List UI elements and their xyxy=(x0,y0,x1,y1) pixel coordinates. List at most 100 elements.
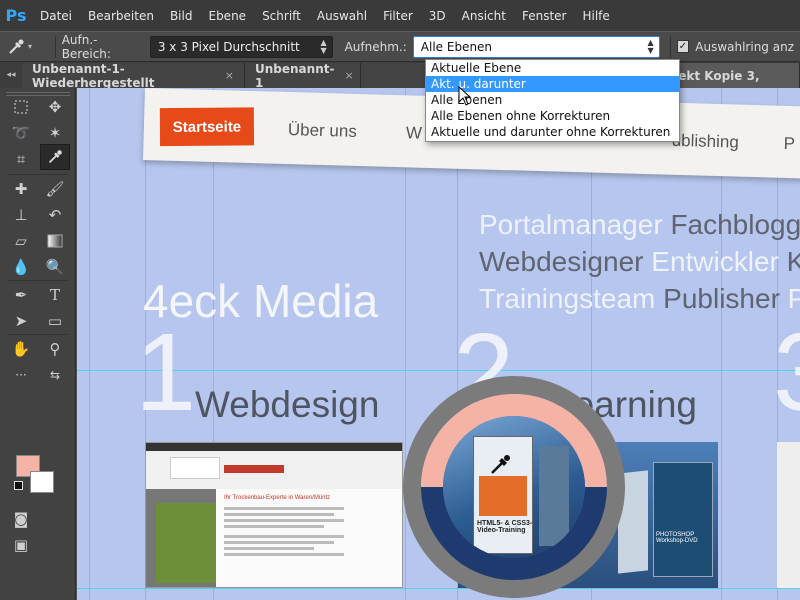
lasso-tool-icon[interactable]: ➰ xyxy=(6,120,36,146)
close-icon[interactable]: × xyxy=(225,69,234,82)
guide-horizontal xyxy=(77,588,800,589)
sample-layers-select[interactable]: Alle Ebenen ▲ ▼ xyxy=(412,35,660,58)
clone-stamp-tool-icon[interactable]: ⊥ xyxy=(6,202,36,228)
close-icon[interactable]: × xyxy=(344,69,353,82)
mouse-pointer-icon xyxy=(458,86,472,106)
role-k: K xyxy=(786,246,800,277)
section-3-thumbnail xyxy=(777,442,800,588)
sample-size-value: 3 x 3 Pixel Durchschnitt xyxy=(157,39,300,54)
chevron-down-icon: ▾ xyxy=(28,42,33,51)
guide-vertical xyxy=(89,88,90,600)
role-entwickler: Entwickler xyxy=(651,246,779,277)
dropdown-option-alle-ebenen-ohne-korrekturen[interactable]: Alle Ebenen ohne Korrekturen xyxy=(426,108,679,124)
section-number-3: 3 xyxy=(773,318,800,428)
show-ring-checkbox[interactable]: ✓ xyxy=(676,40,690,53)
nav-startseite: Startseite xyxy=(159,107,255,147)
sample-size-label: Aufn.-Bereich: xyxy=(61,32,111,61)
role-p: P xyxy=(787,283,800,314)
eraser-tool-icon[interactable]: ▱ xyxy=(6,228,36,254)
menu-hilfe[interactable]: Hilfe xyxy=(574,9,617,23)
product-html5-label: HTML5- & CSS3-Video-Training xyxy=(477,520,533,534)
divider xyxy=(669,35,671,58)
photoshop-logo: Ps xyxy=(5,6,27,25)
sample-size-select[interactable]: 3 x 3 Pixel Durchschnitt ▲ ▼ xyxy=(149,35,333,58)
gradient-tool-icon[interactable] xyxy=(40,228,70,254)
options-bar: ▾ Aufn.-Bereich: 3 x 3 Pixel Durchschnit… xyxy=(0,31,800,62)
eyedropper-cursor-icon xyxy=(491,455,510,474)
tab-unbenannt-1-wiederhergestellt[interactable]: Unbenannt-1-Wiederhergestellt × xyxy=(22,61,245,90)
show-ring-label: Auswahlring anz xyxy=(695,39,794,54)
swap-colors-icon[interactable]: ⇆ xyxy=(40,362,70,388)
collapse-panel-icon[interactable]: ◂◂ xyxy=(0,70,22,80)
updown-arrow-icon: ▲ ▼ xyxy=(320,37,327,55)
section-title-webdesign: Webdesign xyxy=(195,384,380,425)
nav-w: W xyxy=(405,123,423,143)
tab-unbenannt-1[interactable]: Unbenannt-1 × xyxy=(245,61,361,90)
menu-ansicht[interactable]: Ansicht xyxy=(454,9,514,23)
nav-p: P xyxy=(783,133,796,154)
eyedropper-icon xyxy=(9,39,24,54)
pen-tool-icon[interactable]: ✒ xyxy=(6,282,36,308)
more-tools-icon[interactable]: ··· xyxy=(6,362,36,388)
sampling-preview: HTML5- & CSS3-Video-Training xyxy=(443,416,585,558)
background-color-swatch[interactable] xyxy=(30,471,54,493)
menu-bearbeiten[interactable]: Bearbeiten xyxy=(80,9,162,23)
blur-tool-icon[interactable]: 💧 xyxy=(6,254,36,280)
menu-bar: Ps Datei Bearbeiten Bild Ebene Schrift A… xyxy=(0,0,800,31)
menu-fenster[interactable]: Fenster xyxy=(514,9,575,23)
role-trainingsteam: Trainingsteam xyxy=(479,283,656,314)
menu-ebene[interactable]: Ebene xyxy=(200,9,254,23)
brush-tool-icon[interactable]: 🖌 xyxy=(40,176,70,202)
type-tool-icon[interactable]: T xyxy=(40,282,70,308)
role-webdesigner: Webdesigner xyxy=(479,246,644,277)
dropdown-option-aktuelle-ebene[interactable]: Aktuelle Ebene xyxy=(426,60,679,76)
divider xyxy=(8,174,68,175)
magic-wand-tool-icon[interactable]: ✶ xyxy=(40,120,70,146)
tab-label: Unbenannt-1 xyxy=(255,61,335,90)
divider xyxy=(54,35,56,58)
move-tool-icon[interactable]: ✥ xyxy=(40,94,70,120)
healing-brush-tool-icon[interactable]: ✚ xyxy=(6,176,36,202)
history-brush-tool-icon[interactable]: ↶ xyxy=(40,202,70,228)
sample-label: Aufnehm.: xyxy=(344,39,407,54)
role-publisher: Publisher xyxy=(663,283,780,314)
dodge-tool-icon[interactable]: 🔍 xyxy=(40,254,70,280)
role-line-3: Trainingsteam Publisher P xyxy=(479,280,800,317)
hand-tool-icon[interactable]: ✋ xyxy=(6,336,36,362)
sample-layers-value: Alle Ebenen xyxy=(420,39,493,54)
role-portalmanager: Portalmanager xyxy=(479,209,663,240)
eyedropper-sampling-ring: HTML5- & CSS3-Video-Training xyxy=(403,376,625,598)
document-canvas[interactable]: Startseite Über uns W ublishing P Portal… xyxy=(77,88,800,600)
quick-mask-icon[interactable]: ◙ xyxy=(6,506,36,532)
divider xyxy=(8,280,68,281)
divider xyxy=(8,334,68,335)
nav-ueber-uns: Über uns xyxy=(287,120,358,141)
thumb-header-text: Ihr Trockenbau-Experte in Waren/Müritz xyxy=(224,495,331,501)
eyedropper-tool-icon[interactable] xyxy=(40,144,70,170)
updown-arrow-icon: ▲ ▼ xyxy=(647,37,654,55)
product-photoshop-label: PHOTOSHOP Workshop-DVD xyxy=(656,532,698,544)
menu-schrift[interactable]: Schrift xyxy=(254,9,309,23)
nav-publishing: ublishing xyxy=(671,130,740,152)
section-number-1: 1 xyxy=(135,311,197,434)
role-cloud: Portalmanager Fachblogg Webdesigner Entw… xyxy=(479,206,800,317)
dropdown-option-aktuelle-und-darunter-ohne-korrekturen[interactable]: Aktuelle und darunter ohne Korrekturen xyxy=(426,124,679,140)
menu-datei[interactable]: Datei xyxy=(32,9,80,23)
screen-mode-icon[interactable]: ▣ xyxy=(6,532,36,558)
menu-3d[interactable]: 3D xyxy=(421,9,454,23)
path-selection-tool-icon[interactable]: ➤ xyxy=(6,308,36,334)
document-tabs: ◂◂ Unbenannt-1-Wiederhergestellt × Unben… xyxy=(0,61,800,90)
menu-bild[interactable]: Bild xyxy=(162,9,201,23)
tools-panel: ✥ ➰ ✶ ⌗ ✚ 🖌 ⊥ ↶ ▱ 💧 🔍 ✒ T ➤ ▭ ✋ ⚲ ··· ⇆ … xyxy=(0,88,76,600)
tab-label: Unbenannt-1-Wiederhergestellt xyxy=(32,61,155,90)
menu-filter[interactable]: Filter xyxy=(375,9,421,23)
menu-auswahl[interactable]: Auswahl xyxy=(309,9,375,23)
crop-tool-icon[interactable]: ⌗ xyxy=(6,146,36,172)
role-fachblogg: Fachblogg xyxy=(670,209,800,240)
default-colors-icon[interactable] xyxy=(14,481,23,490)
tool-preset-picker[interactable]: ▾ xyxy=(6,35,49,59)
webdesign-thumbnail: Ihr Trockenbau-Experte in Waren/Müritz xyxy=(145,442,403,588)
rectangle-tool-icon[interactable]: ▭ xyxy=(40,308,70,334)
marquee-tool-icon[interactable] xyxy=(6,94,36,120)
zoom-tool-icon[interactable]: ⚲ xyxy=(40,336,70,362)
